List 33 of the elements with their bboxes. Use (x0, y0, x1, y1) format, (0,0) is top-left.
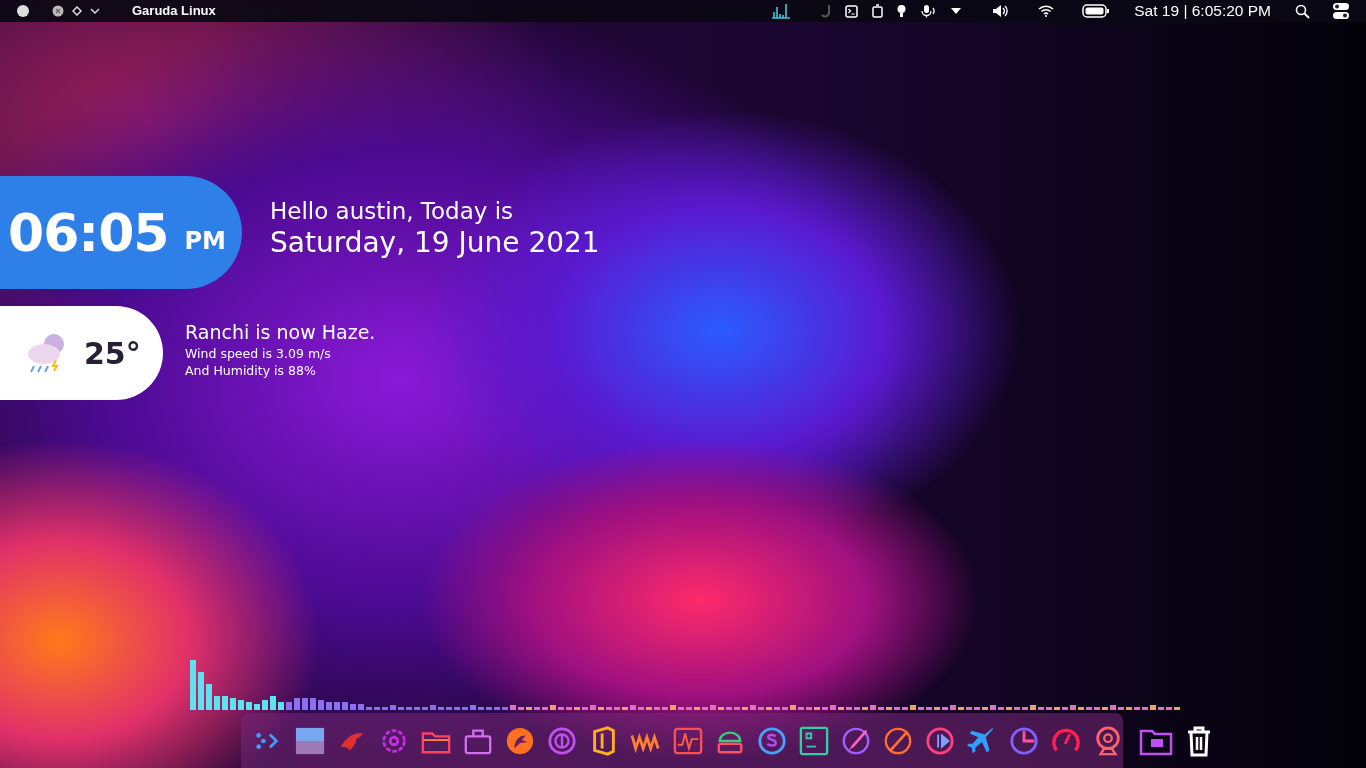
circle-icon[interactable] (16, 4, 30, 18)
lightbulb-icon[interactable] (897, 4, 907, 18)
chat-circle-icon[interactable] (757, 724, 787, 757)
chevron-down-icon[interactable] (90, 6, 100, 16)
greeting: Hello austin, Today is (270, 198, 515, 226)
wind-speed-text: Wind speed is 3.09 m/s (185, 344, 332, 363)
audio-graph-icon[interactable] (771, 3, 792, 19)
clipboard-icon[interactable] (872, 4, 884, 18)
date-text: Saturday, 19 June 2021 (270, 225, 600, 260)
hook-icon[interactable] (821, 4, 832, 18)
clock-meridiem: PM (184, 225, 226, 257)
trash-icon[interactable] (1185, 724, 1213, 757)
app-title[interactable]: Garuda Linux (132, 1, 216, 21)
toggle-switches-icon[interactable] (1332, 2, 1350, 20)
search-icon[interactable] (1295, 3, 1310, 19)
clock-time: 06:05 (8, 206, 169, 259)
close-icon[interactable] (52, 5, 64, 17)
wifi-icon[interactable] (1038, 5, 1055, 17)
temperature: 25° (84, 334, 141, 373)
microphone-icon[interactable] (920, 4, 937, 18)
weather-headline: Ranchi is now Haze. (185, 320, 376, 345)
pie-clock-icon[interactable] (1009, 724, 1039, 757)
clock[interactable]: Sat 19 | 6:05:20 PM (1134, 0, 1271, 23)
diamond-icon[interactable] (72, 6, 82, 16)
humidity-text: And Humidity is 88% (185, 362, 317, 380)
media-circle-icon[interactable] (925, 724, 955, 757)
dropdown-arrow-icon[interactable] (950, 7, 963, 15)
webcam-icon[interactable] (1093, 724, 1123, 757)
battery-icon[interactable] (1082, 4, 1111, 18)
code-editor-icon[interactable] (799, 724, 829, 757)
volume-icon[interactable] (992, 4, 1011, 18)
disc-icon[interactable] (547, 724, 577, 757)
terminal-icon[interactable] (845, 4, 859, 18)
